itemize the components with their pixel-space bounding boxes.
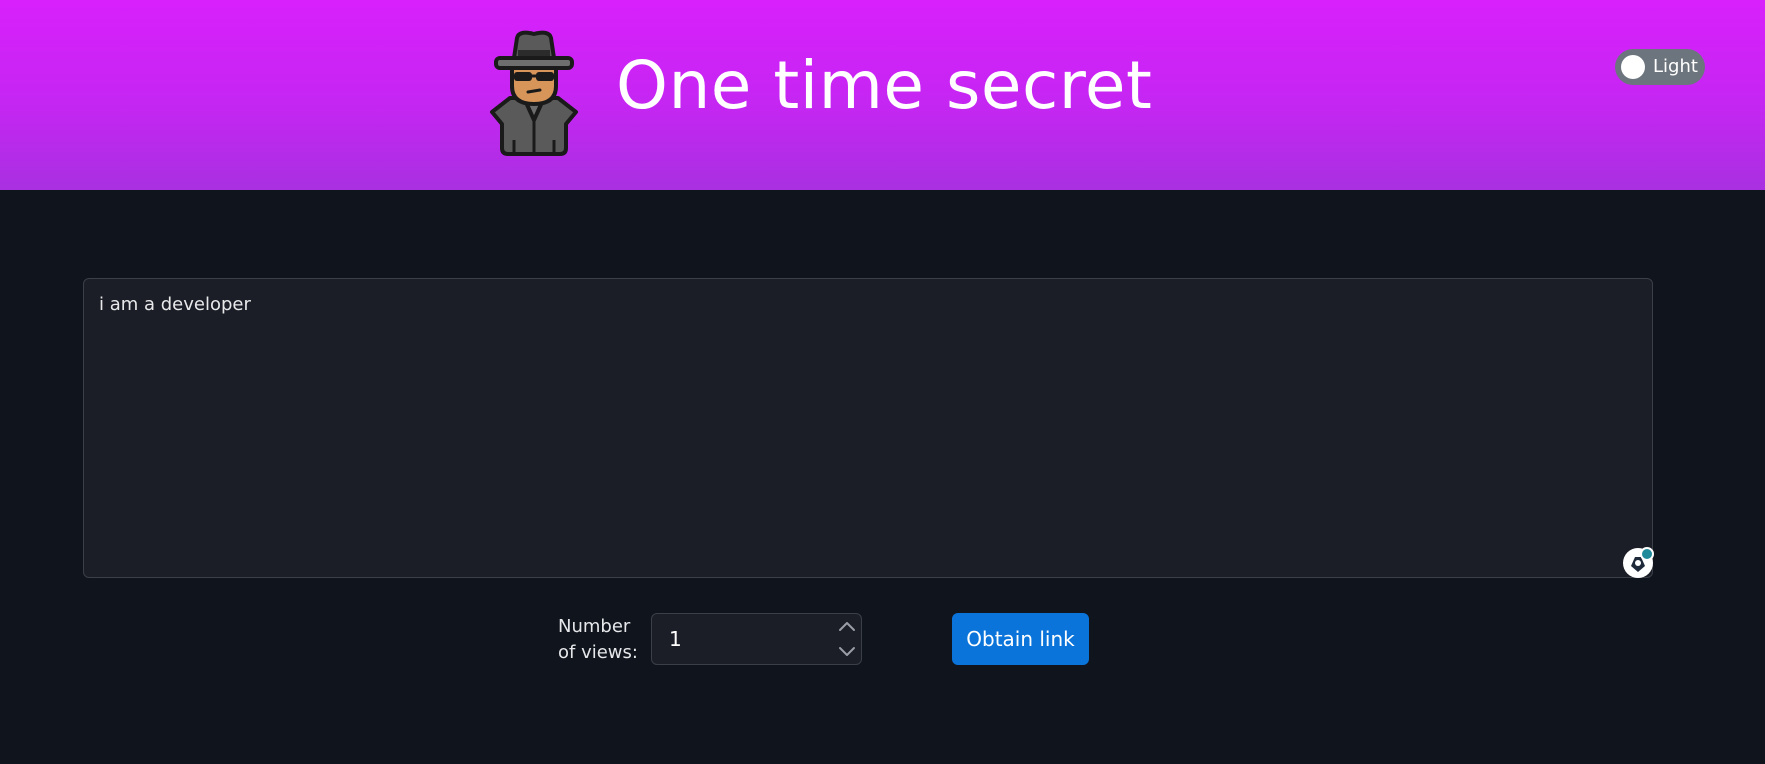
views-value[interactable]: 1 — [669, 614, 682, 664]
chevron-down-icon[interactable] — [837, 640, 857, 662]
theme-toggle-label: Light — [1653, 56, 1698, 77]
assistant-extension-icon[interactable] — [1621, 546, 1655, 580]
chevron-up-icon[interactable] — [837, 616, 857, 638]
secret-textarea[interactable]: i am a developer — [83, 278, 1653, 578]
views-number-input[interactable]: 1 — [651, 613, 862, 665]
page-title: One time secret — [616, 47, 1153, 124]
header-banner: One time secret Light — [0, 0, 1765, 190]
views-label: Number of views: — [558, 616, 638, 663]
spy-detective-icon — [490, 30, 578, 156]
obtain-link-button[interactable]: Obtain link — [952, 613, 1089, 665]
theme-toggle[interactable]: Light — [1615, 49, 1705, 85]
toggle-knob — [1621, 55, 1645, 79]
